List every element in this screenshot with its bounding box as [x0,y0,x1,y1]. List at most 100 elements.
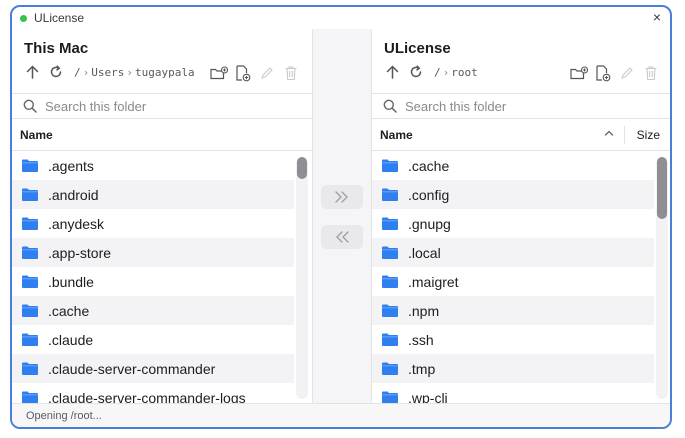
trash-icon[interactable] [642,64,660,82]
folder-icon [382,391,398,403]
size-column-header[interactable]: Size [637,128,660,142]
download-button[interactable] [321,225,363,249]
up-arrow-icon[interactable] [24,64,40,80]
local-path-bar: / › Users › tugaypala [24,64,195,80]
path-root: / [434,65,441,79]
name-column-header[interactable]: Name [20,128,53,142]
item-name: .ssh [408,331,434,348]
item-name: .cache [408,157,450,174]
list-item[interactable]: .cache [12,296,294,325]
local-actions [210,64,300,82]
list-item[interactable]: .cache [372,151,654,180]
search-icon [23,99,37,113]
sort-ascending-icon[interactable] [604,129,614,137]
list-item[interactable]: .android [12,180,294,209]
double-chevron-left-icon [336,231,349,243]
folder-icon [22,362,38,375]
upload-button[interactable] [321,185,363,209]
remote-column-header: Name Size [372,119,670,151]
list-item[interactable]: .ssh [372,325,654,354]
local-search-input[interactable] [45,98,285,114]
list-item[interactable]: .config [372,180,654,209]
local-scrollbar[interactable] [296,157,308,399]
remote-pane-header: ULicense / › root [372,29,670,93]
search-icon [383,99,397,113]
local-column-header: Name [12,119,312,151]
close-button[interactable]: × [653,9,661,25]
new-folder-icon[interactable] [570,64,588,82]
folder-icon [22,246,38,259]
folder-icon [382,159,398,172]
list-item[interactable]: .agents [12,151,294,180]
remote-actions [570,64,660,82]
connection-status-dot [20,14,27,22]
local-pane-title: This Mac [24,40,89,57]
list-item[interactable]: .tmp [372,354,654,383]
refresh-icon[interactable] [408,64,424,80]
list-item[interactable]: .gnupg [372,209,654,238]
folder-icon [22,275,38,288]
path-separator: › [442,65,450,79]
path-separator: › [126,65,133,79]
path-segment-root: root [451,65,478,79]
name-column-header[interactable]: Name [380,128,413,142]
list-item[interactable]: .local [372,238,654,267]
local-pane: This Mac / › Users › tugaypala Search th… [12,29,312,403]
local-file-list: .agents .android .anydesk .app-store .bu… [12,151,312,403]
new-file-icon[interactable] [594,64,612,82]
refresh-icon[interactable] [48,64,64,80]
window-title: ULicense [34,11,85,25]
remote-scroll-thumb[interactable] [657,157,667,219]
new-file-icon[interactable] [234,64,252,82]
folder-icon [382,275,398,288]
double-chevron-right-icon [335,191,348,203]
path-segment-users: Users [91,65,125,79]
remote-scrollbar[interactable] [656,157,668,399]
remote-path[interactable]: / › root [434,66,478,79]
list-item[interactable]: .maigret [372,267,654,296]
remote-path-bar: / › root [384,64,478,80]
item-name: .anydesk [48,215,105,232]
item-name: .app-store [48,244,112,261]
item-name: .local [408,244,441,261]
item-name: .config [408,186,450,203]
local-scroll-thumb[interactable] [297,157,307,179]
item-name: .maigret [408,273,459,290]
folder-icon [382,304,398,317]
remote-search-bar [372,93,670,119]
item-name: .tmp [408,360,436,377]
remote-search-input[interactable] [405,98,645,114]
local-search-bar [12,93,312,119]
status-bar: Opening /root... [12,403,670,427]
trash-icon[interactable] [282,64,300,82]
list-item[interactable]: .claude-server-commander [12,354,294,383]
folder-icon [22,188,38,201]
list-item[interactable]: .anydesk [12,209,294,238]
rename-pencil-icon[interactable] [618,64,636,82]
new-folder-icon[interactable] [210,64,228,82]
list-item[interactable]: .wp-cli [372,383,654,403]
item-name: .android [48,186,99,203]
item-name: .wp-cli [408,389,448,404]
remote-pane: ULicense / › root Search this folder Nam… [372,29,670,403]
list-item[interactable]: .app-store [12,238,294,267]
list-item[interactable]: .bundle [12,267,294,296]
path-separator: › [82,65,90,79]
column-divider[interactable] [624,126,625,144]
folder-icon [22,217,38,230]
remote-file-list: .cache .config .gnupg .local .maigret .n… [372,151,670,403]
app-window: ULicense × This Mac / › Users › tugaypala [10,5,672,429]
local-pane-header: This Mac / › Users › tugaypala [12,29,312,93]
list-item[interactable]: .claude [12,325,294,354]
folder-icon [22,391,38,403]
local-path[interactable]: / › Users › tugaypala [74,66,195,79]
list-item[interactable]: .npm [372,296,654,325]
status-text: Opening /root... [26,409,102,422]
title-bar: ULicense × [12,7,670,29]
folder-icon [382,246,398,259]
list-item[interactable]: .claude-server-commander-logs [12,383,294,403]
up-arrow-icon[interactable] [384,64,400,80]
item-name: .claude [48,331,94,348]
rename-pencil-icon[interactable] [258,64,276,82]
folder-icon [382,188,398,201]
